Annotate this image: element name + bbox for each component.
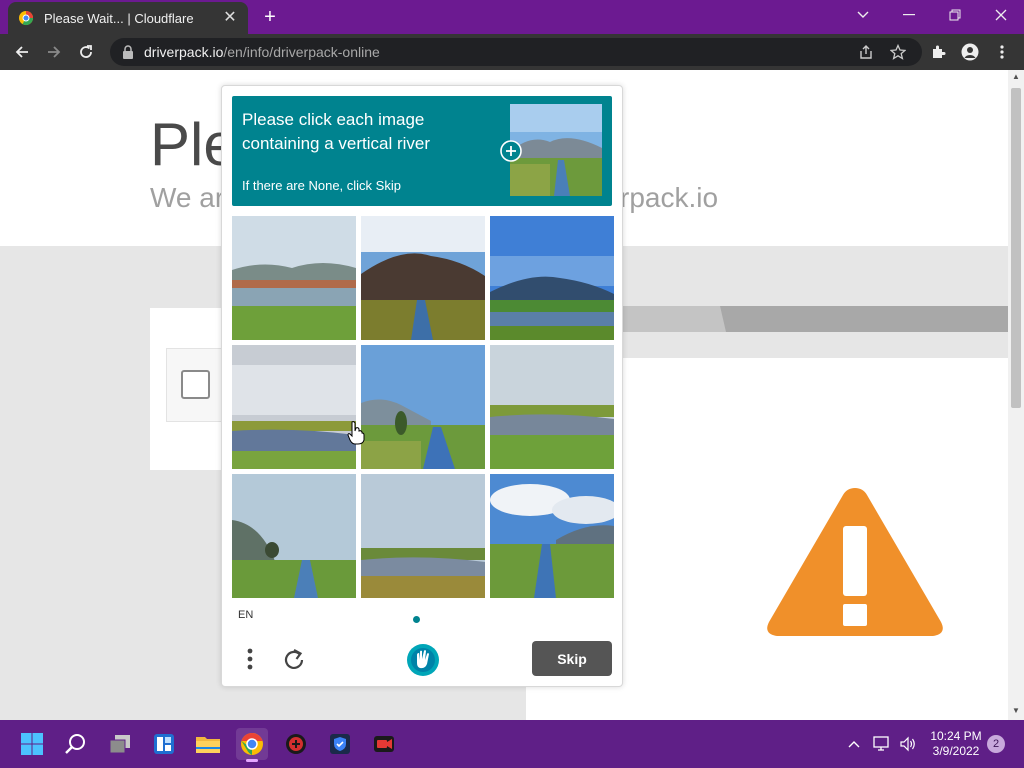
notification-badge[interactable]: 2	[987, 735, 1005, 753]
warning-icon	[767, 488, 943, 636]
prompt-text: Please click each image containing a ver…	[242, 110, 431, 153]
menu-kebab-icon[interactable]	[988, 38, 1016, 66]
cloudflare-favicon-icon	[19, 11, 34, 26]
scrollbar-thumb[interactable]	[1011, 88, 1021, 408]
image-tile-7[interactable]	[232, 474, 356, 598]
new-tab-button[interactable]: +	[258, 6, 282, 30]
image-tile-5[interactable]	[361, 345, 485, 469]
file-explorer-icon[interactable]	[192, 728, 224, 760]
prompt-subtext: If there are None, click Skip	[242, 178, 401, 193]
network-icon[interactable]	[872, 734, 892, 754]
forward-button[interactable]	[40, 38, 68, 66]
chrome-taskbar-icon[interactable]	[236, 728, 268, 762]
page-subtitle-right: rpack.io	[620, 182, 719, 213]
scroll-down-icon[interactable]: ▼	[1010, 706, 1022, 716]
windows-taskbar: 10:24 PM 3/9/2022 2	[0, 720, 1024, 768]
refresh-icon[interactable]	[280, 646, 308, 674]
search-icon[interactable]	[60, 728, 92, 760]
language-selector[interactable]: EN	[238, 609, 253, 621]
hcaptcha-challenge: Please click each image containing a ver…	[221, 85, 623, 687]
page-subtitle-left: We ar	[150, 182, 225, 213]
image-tile-3[interactable]	[490, 216, 614, 340]
clock-time: 10:24 PM	[930, 729, 982, 743]
page-indicator-dot	[413, 616, 420, 623]
minimize-button[interactable]	[886, 0, 932, 30]
taskbar-clock[interactable]: 10:24 PM 3/9/2022	[920, 729, 992, 759]
expand-plus-icon[interactable]	[500, 140, 522, 162]
image-tile-6[interactable]	[490, 345, 614, 469]
tray-chevron-up-icon[interactable]	[844, 734, 864, 754]
tab-search-icon[interactable]	[840, 0, 886, 30]
skip-button[interactable]: Skip	[532, 641, 612, 676]
menu-dots-icon[interactable]	[240, 646, 260, 672]
image-grid	[232, 216, 614, 598]
start-windows-icon[interactable]	[16, 728, 48, 760]
image-tile-8[interactable]	[361, 474, 485, 598]
address-bar[interactable]: driverpack.io/en/info/driverpack-online	[110, 38, 922, 66]
progress-bar-decor	[620, 306, 1008, 332]
reload-button[interactable]	[72, 38, 100, 66]
profile-icon[interactable]	[956, 38, 984, 66]
lock-icon	[123, 45, 133, 59]
hand-cursor-icon	[347, 421, 365, 445]
app-recorder-icon[interactable]	[368, 728, 400, 760]
share-icon[interactable]	[858, 44, 874, 60]
app-security-icon[interactable]	[324, 728, 356, 760]
restore-button[interactable]	[932, 0, 978, 30]
browser-tab[interactable]: Please Wait... | Cloudflare ✕	[8, 2, 248, 34]
challenge-prompt: Please click each image containing a ver…	[232, 96, 612, 206]
extensions-icon[interactable]	[924, 38, 952, 66]
hcaptcha-logo-icon	[407, 644, 439, 676]
image-tile-2[interactable]	[361, 216, 485, 340]
tab-close-icon[interactable]: ✕	[222, 10, 238, 26]
clock-date: 3/9/2022	[932, 744, 980, 758]
volume-icon[interactable]	[898, 734, 918, 754]
close-window-button[interactable]	[978, 0, 1024, 30]
back-button[interactable]	[8, 38, 36, 66]
scroll-up-icon[interactable]: ▲	[1010, 72, 1022, 82]
browser-titlebar: Please Wait... | Cloudflare ✕ +	[0, 0, 1024, 34]
bookmark-star-icon[interactable]	[890, 44, 906, 60]
image-tile-1[interactable]	[232, 216, 356, 340]
app-red-shield-icon[interactable]	[280, 728, 312, 760]
human-checkbox[interactable]	[181, 370, 210, 399]
example-image[interactable]	[510, 104, 602, 196]
image-tile-4[interactable]	[232, 345, 356, 469]
browser-toolbar: driverpack.io/en/info/driverpack-online	[0, 34, 1024, 70]
task-view-icon[interactable]	[104, 728, 136, 760]
widgets-icon[interactable]	[148, 728, 180, 760]
active-indicator	[246, 759, 258, 762]
url-path: /en/info/driverpack-online	[223, 44, 380, 60]
tab-title: Please Wait... | Cloudflare	[44, 10, 194, 26]
url-domain: driverpack.io	[144, 44, 224, 60]
image-tile-9[interactable]	[490, 474, 614, 598]
